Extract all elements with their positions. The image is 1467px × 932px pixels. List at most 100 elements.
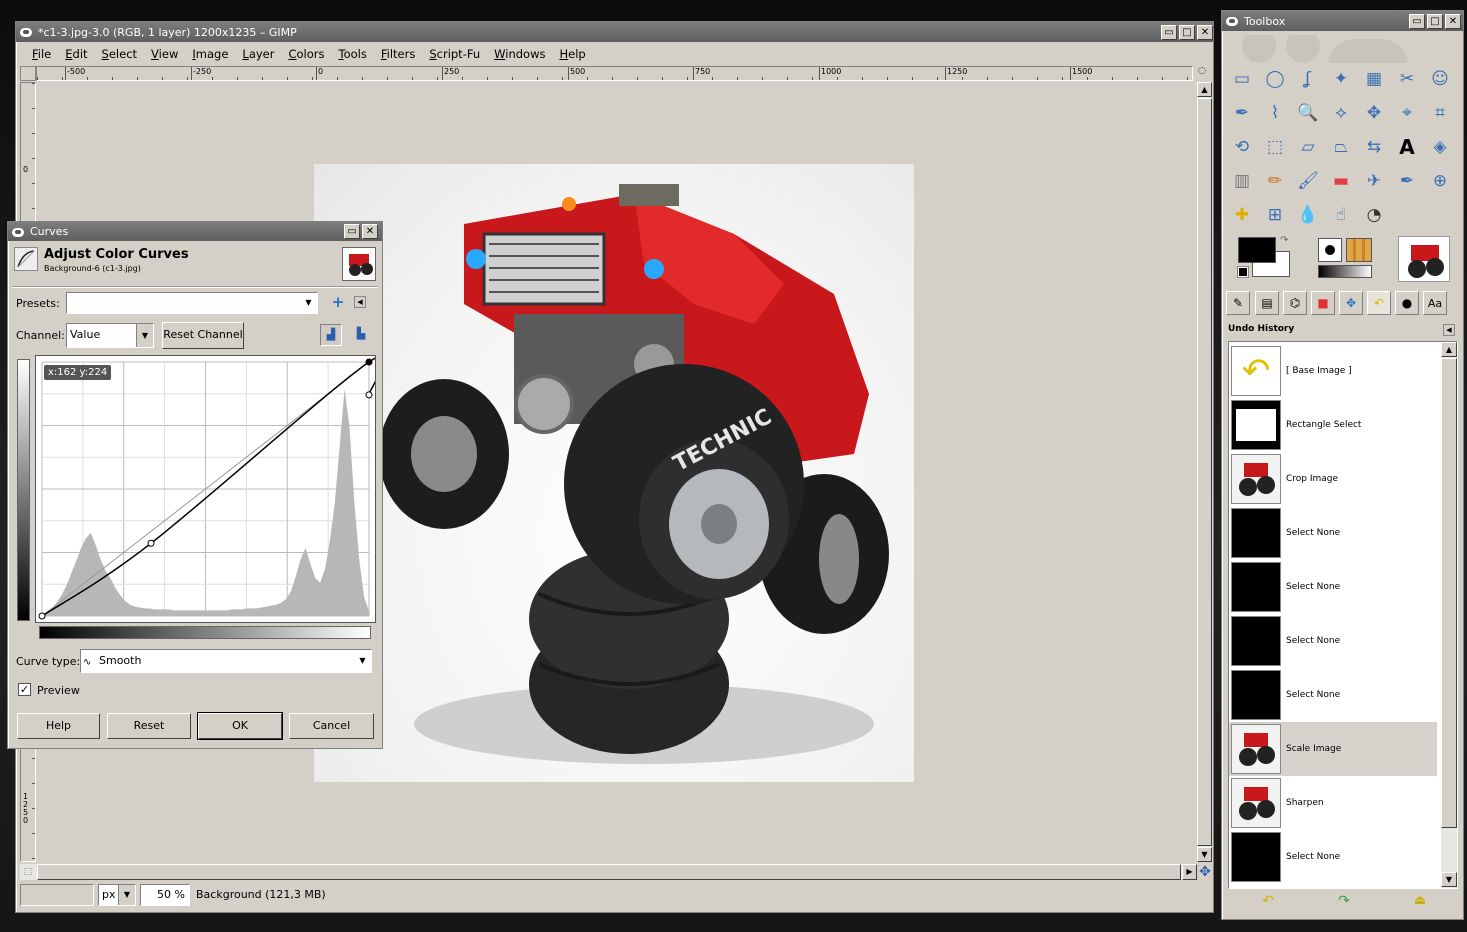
- rect-select-tool-icon[interactable]: ▭: [1228, 65, 1256, 93]
- brush-pattern-gradient[interactable]: [1318, 238, 1374, 280]
- toolbox-titlebar[interactable]: Toolbox ▭ □ ✕: [1222, 11, 1463, 31]
- menu-image[interactable]: Image: [185, 47, 235, 61]
- clear-history-button[interactable]: ⏏: [1408, 893, 1432, 913]
- unit-select[interactable]: px ▼: [98, 884, 136, 906]
- menu-help[interactable]: Help: [552, 47, 592, 61]
- tool-options-tab-icon[interactable]: ✎: [1226, 291, 1250, 315]
- heal-tool-icon[interactable]: ✚: [1228, 201, 1256, 229]
- log-histogram-icon[interactable]: ▙: [350, 324, 372, 346]
- history-scrollbar[interactable]: ▲ ▼: [1441, 342, 1457, 888]
- redo-button[interactable]: ↷: [1332, 893, 1356, 913]
- cancel-button[interactable]: Cancel: [289, 713, 374, 739]
- fg-bg-colors[interactable]: ↷: [1236, 235, 1294, 281]
- preview-checkbox[interactable]: ✓: [18, 683, 31, 696]
- paintbrush-tool-icon[interactable]: 🖌: [1294, 167, 1322, 195]
- add-preset-icon[interactable]: +: [330, 294, 346, 310]
- dodge-burn-tool-icon[interactable]: ◔: [1360, 201, 1388, 229]
- scroll-down-icon[interactable]: ▼: [1441, 872, 1457, 887]
- restore-icon[interactable]: ▭: [1161, 24, 1177, 40]
- curve-type-select[interactable]: ∿ Smooth ▼: [80, 649, 372, 673]
- ruler-corner[interactable]: [20, 66, 36, 81]
- gradient-preview[interactable]: [1318, 265, 1372, 278]
- horizontal-ruler[interactable]: -500 -250 0 250 500 750 1000 1250 1500: [36, 66, 1193, 81]
- curve-control-point[interactable]: [365, 358, 373, 366]
- color-picker-tool-icon[interactable]: ⌇: [1261, 99, 1289, 127]
- default-colors-icon[interactable]: [1237, 266, 1249, 278]
- maximize-button[interactable]: □: [1427, 13, 1443, 29]
- history-item[interactable]: Rectangle Select: [1229, 398, 1437, 452]
- scroll-right-icon[interactable]: ▶: [1182, 864, 1197, 880]
- history-item[interactable]: Select None: [1229, 614, 1437, 668]
- zoom-select[interactable]: 50 %: [140, 884, 190, 906]
- close-button[interactable]: ✕: [1445, 13, 1461, 29]
- close-button[interactable]: ✕: [362, 224, 378, 239]
- rotate-tool-icon[interactable]: ⟲: [1228, 133, 1256, 161]
- channel-select[interactable]: Value ▼: [66, 323, 154, 348]
- history-item[interactable]: ↶ [ Base Image ]: [1229, 344, 1437, 398]
- history-item[interactable]: Sharpen: [1229, 776, 1437, 830]
- paths-tab-icon[interactable]: ⌬: [1283, 291, 1307, 315]
- history-item[interactable]: Crop Image: [1229, 452, 1437, 506]
- image-window-titlebar[interactable]: *c1-3.jpg-3.0 (RGB, 1 layer) 1200x1235 –…: [16, 22, 1213, 42]
- horizontal-scrollbar[interactable]: ⬚ ▶: [20, 864, 1197, 880]
- curve-graph[interactable]: x:162 y:224: [35, 354, 386, 623]
- menu-filters[interactable]: Filters: [374, 47, 422, 61]
- menu-tools[interactable]: Tools: [332, 47, 374, 61]
- scroll-thumb[interactable]: [37, 864, 1181, 880]
- close-button[interactable]: ✕: [1197, 24, 1213, 40]
- history-item[interactable]: Scale Image: [1229, 722, 1437, 776]
- scale-tool-icon[interactable]: ⬚: [1261, 133, 1289, 161]
- swap-colors-icon[interactable]: ↷: [1280, 235, 1288, 246]
- vertical-scrollbar[interactable]: ▲ ▼: [1197, 82, 1212, 862]
- navigation-tab-icon[interactable]: ✥: [1339, 291, 1363, 315]
- ink-tool-icon[interactable]: ✒: [1393, 167, 1421, 195]
- reset-button[interactable]: Reset: [107, 713, 191, 739]
- restore-icon[interactable]: ▭: [1409, 13, 1425, 29]
- fonts-tab-icon[interactable]: Aa: [1423, 291, 1447, 315]
- flip-tool-icon[interactable]: ⇆: [1360, 133, 1388, 161]
- perspective-clone-tool-icon[interactable]: ⊞: [1261, 201, 1289, 229]
- zoom-tool-icon[interactable]: 🔍: [1294, 99, 1322, 127]
- help-button[interactable]: Help: [17, 713, 100, 739]
- active-image-thumbnail[interactable]: [1398, 236, 1450, 282]
- paths-tool-icon[interactable]: ✒: [1228, 99, 1256, 127]
- scroll-up-icon[interactable]: ▲: [1197, 82, 1212, 97]
- scroll-thumb[interactable]: [1441, 358, 1457, 828]
- menu-edit[interactable]: Edit: [58, 47, 94, 61]
- scroll-thumb[interactable]: [1197, 98, 1212, 846]
- airbrush-tool-icon[interactable]: ✈: [1360, 167, 1388, 195]
- layers-tab-icon[interactable]: ▤: [1255, 291, 1279, 315]
- ok-button[interactable]: OK: [197, 712, 283, 740]
- wilber-drop-area[interactable]: [1228, 35, 1458, 63]
- pencil-tool-icon[interactable]: ✏: [1261, 167, 1289, 195]
- linear-histogram-icon[interactable]: ▟: [320, 324, 342, 346]
- brushes-tab-icon[interactable]: ●: [1395, 291, 1419, 315]
- undo-history-tab-icon[interactable]: ↶: [1367, 291, 1391, 315]
- history-item[interactable]: Select None: [1229, 830, 1437, 884]
- smudge-tool-icon[interactable]: ☝: [1327, 201, 1355, 229]
- quick-mask-icon[interactable]: ⬚: [20, 864, 36, 880]
- fuzzy-select-tool-icon[interactable]: ✦: [1327, 65, 1355, 93]
- foreground-select-tool-icon[interactable]: ☺: [1426, 65, 1454, 93]
- curve-control-point[interactable]: [147, 539, 155, 547]
- presets-select[interactable]: ▼: [66, 292, 318, 314]
- panel-menu-icon[interactable]: ◀: [1443, 324, 1455, 336]
- undo-history-list[interactable]: ↶ [ Base Image ] Rectangle Select Crop Imag…: [1228, 341, 1458, 889]
- scissors-tool-icon[interactable]: ✂: [1393, 65, 1421, 93]
- curve-control-point[interactable]: [365, 391, 373, 399]
- scroll-down-icon[interactable]: ▼: [1197, 847, 1212, 862]
- crop-tool-icon[interactable]: ⌗: [1426, 99, 1454, 127]
- preset-menu-icon[interactable]: ◀: [354, 296, 366, 308]
- preview-label[interactable]: Preview: [37, 684, 80, 697]
- eraser-tool-icon[interactable]: ▬: [1327, 167, 1355, 195]
- curves-titlebar[interactable]: Curves ▭ ✕: [8, 222, 382, 241]
- menu-view[interactable]: View: [144, 47, 185, 61]
- navigate-icon[interactable]: ◌: [1195, 66, 1209, 81]
- bucket-fill-tool-icon[interactable]: ◈: [1426, 133, 1454, 161]
- blend-tool-icon[interactable]: ▥: [1228, 167, 1256, 195]
- curve-plot[interactable]: [36, 354, 386, 622]
- scroll-up-icon[interactable]: ▲: [1441, 342, 1457, 357]
- menu-windows[interactable]: Windows: [487, 47, 552, 61]
- color-select-tool-icon[interactable]: ▦: [1360, 65, 1388, 93]
- reset-channel-button[interactable]: Reset Channel: [162, 322, 244, 349]
